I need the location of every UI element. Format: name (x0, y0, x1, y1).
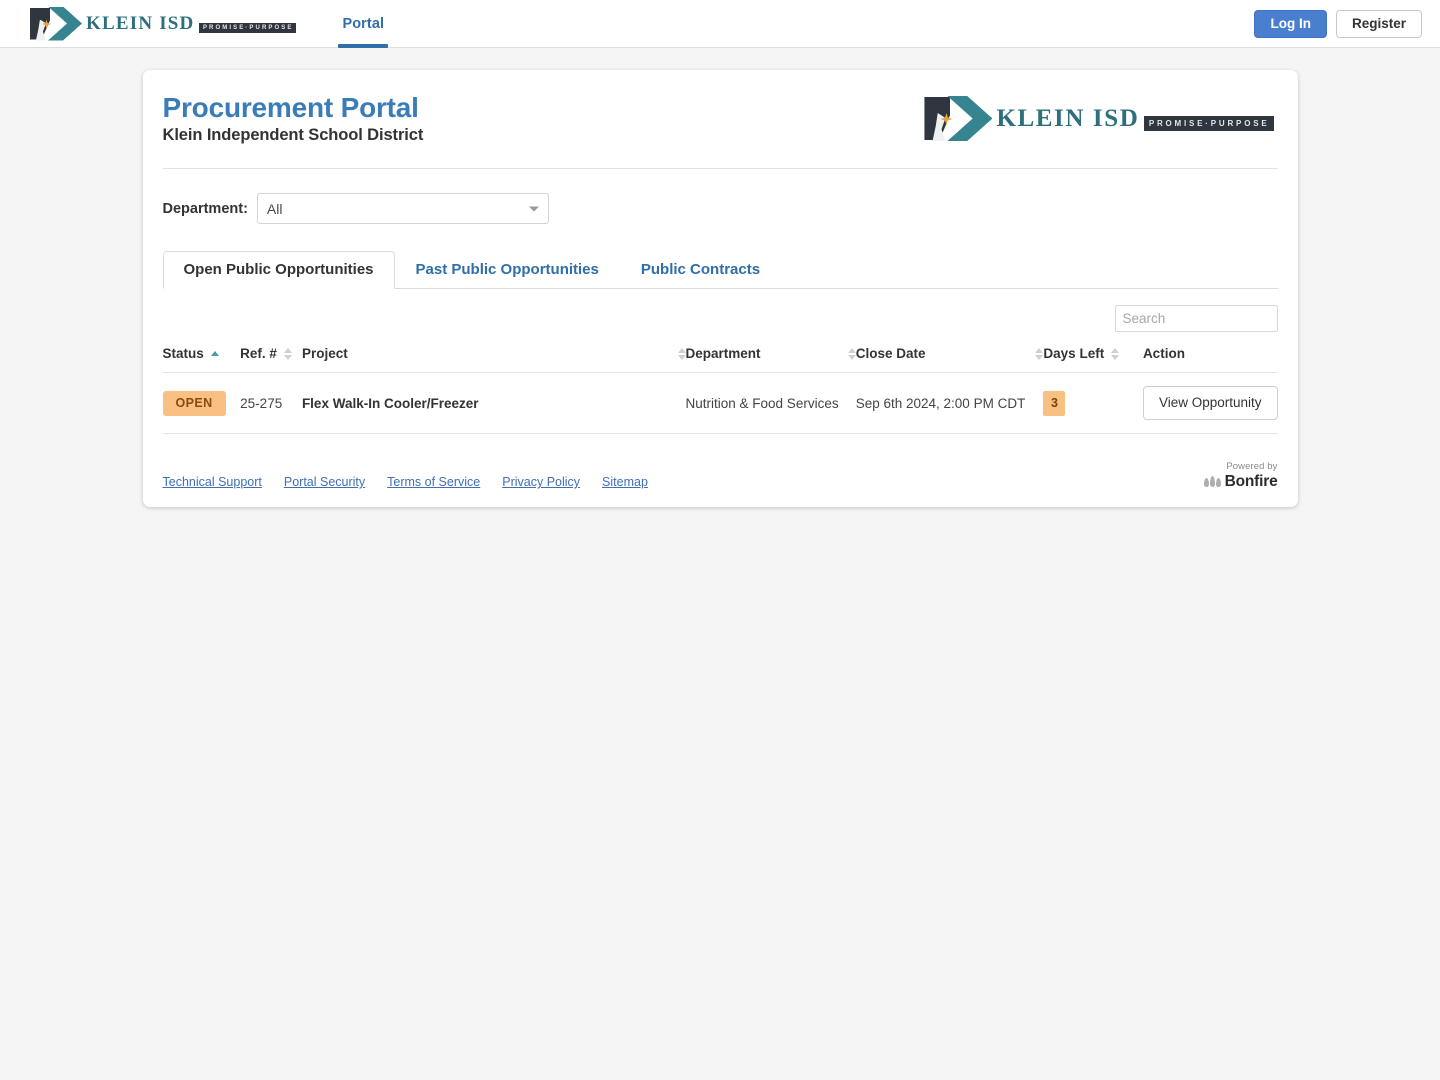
table-search-row (163, 289, 1278, 332)
opportunities-table: Status Ref. # Project Department Close D… (162, 346, 1278, 434)
logo-wordmark: KLEIN ISD (996, 105, 1140, 132)
card-header: Procurement Portal Klein Independent Sch… (162, 92, 1278, 169)
status-badge: OPEN (162, 390, 226, 416)
navbar-actions: Log In Register (1254, 0, 1422, 48)
register-button[interactable]: Register (1335, 9, 1422, 39)
powered-by-bonfire[interactable]: Powered by Bonfire (1203, 461, 1278, 490)
chevron-down-icon (528, 206, 539, 211)
tab-label: Past Public Opportunities (415, 261, 599, 278)
opportunity-tabs: Open Public Opportunities Past Public Op… (162, 251, 1278, 289)
footer-links: Technical Support Portal Security Terms … (163, 475, 648, 489)
cell-days-left: 3 (1043, 373, 1143, 434)
sort-ascending-icon (210, 351, 219, 356)
column-label: Close Date (855, 346, 926, 361)
tab-open-public-opportunities[interactable]: Open Public Opportunities (162, 251, 395, 289)
page-title: Procurement Portal (162, 92, 419, 123)
portal-card: Procurement Portal Klein Independent Sch… (142, 70, 1298, 507)
klein-isd-logo-mark (924, 96, 993, 141)
page-body: Procurement Portal Klein Independent Sch… (0, 48, 1440, 507)
log-in-button[interactable]: Log In (1254, 9, 1327, 39)
table-row[interactable]: OPEN 25-275 Flex Walk-In Cooler/Freezer … (162, 372, 1278, 434)
navbar-logo[interactable]: KLEIN ISD PROMISE·PURPOSE (30, 6, 297, 41)
logo-tagline: PROMISE·PURPOSE (1143, 116, 1274, 131)
cell-project: Flex Walk-In Cooler/Freezer (302, 373, 686, 434)
klein-isd-logo-icon: KLEIN ISD PROMISE·PURPOSE (30, 6, 297, 41)
logo-wordmark: KLEIN ISD (86, 12, 195, 34)
klein-isd-logo-mark (30, 6, 82, 41)
cell-department: Nutrition & Food Services (686, 373, 856, 434)
project-name: Flex Walk-In Cooler/Freezer (301, 395, 479, 411)
close-date: Sep 6th 2024, 2:00 PM CDT (855, 395, 1026, 411)
top-navbar: KLEIN ISD PROMISE·PURPOSE Portal Log In … (0, 0, 1440, 48)
cell-status: OPEN (162, 373, 241, 434)
navbar-tabs: Portal (338, 0, 388, 48)
tab-label: Public Contracts (640, 261, 761, 278)
cell-close-date: Sep 6th 2024, 2:00 PM CDT (856, 373, 1044, 434)
column-header-close-date[interactable]: Close Date (856, 346, 1044, 373)
column-label: Department (685, 346, 761, 361)
department-name: Nutrition & Food Services (685, 395, 839, 411)
sort-toggle-icon (1035, 347, 1044, 360)
nav-tab-portal[interactable]: Portal (338, 0, 388, 48)
department-select[interactable]: All (256, 193, 549, 224)
footer-link-terms-of-service[interactable]: Terms of Service (387, 475, 480, 489)
column-header-ref[interactable]: Ref. # (240, 346, 302, 373)
bonfire-flames-icon (1203, 475, 1221, 487)
card-header-titles: Procurement Portal Klein Independent Sch… (163, 92, 424, 145)
tab-label: Open Public Opportunities (183, 261, 374, 278)
logo-tagline: PROMISE·PURPOSE (198, 22, 297, 33)
footer-link-technical-support[interactable]: Technical Support (163, 475, 262, 489)
cell-ref: 25-275 (240, 373, 302, 434)
department-select-value: All (266, 200, 283, 217)
table-header-row: Status Ref. # Project Department Close D… (163, 346, 1278, 373)
search-input[interactable] (1114, 305, 1278, 332)
column-label: Project (301, 346, 348, 361)
sort-toggle-icon (847, 347, 856, 360)
column-header-days-left[interactable]: Days Left (1043, 346, 1143, 373)
column-header-action: Action (1143, 346, 1278, 373)
ref-number: 25-275 (240, 395, 283, 411)
column-header-status[interactable]: Status (163, 346, 241, 373)
card-header-logo: KLEIN ISD PROMISE·PURPOSE (924, 92, 1277, 146)
table-body: OPEN 25-275 Flex Walk-In Cooler/Freezer … (162, 372, 1278, 434)
column-header-project[interactable]: Project (302, 346, 686, 373)
cell-action: View Opportunity (1142, 373, 1278, 434)
tab-past-public-opportunities[interactable]: Past Public Opportunities (395, 251, 620, 289)
column-label: Status (162, 346, 204, 361)
footer-link-privacy-policy[interactable]: Privacy Policy (502, 475, 580, 489)
bonfire-wordmark: Bonfire (1224, 472, 1278, 490)
card-footer: Technical Support Portal Security Terms … (163, 434, 1278, 489)
nav-tab-portal-label: Portal (342, 15, 385, 32)
footer-link-sitemap[interactable]: Sitemap (602, 475, 648, 489)
column-label: Action (1142, 346, 1185, 361)
days-left-badge: 3 (1043, 390, 1066, 416)
sort-toggle-icon (283, 347, 292, 360)
column-label: Days Left (1043, 346, 1105, 361)
column-label: Ref. # (240, 346, 277, 361)
department-filter-row: Department: All (163, 169, 1278, 224)
powered-by-label: Powered by (1226, 461, 1278, 472)
tab-public-contracts[interactable]: Public Contracts (620, 251, 781, 289)
sort-toggle-icon (1111, 347, 1120, 360)
footer-link-portal-security[interactable]: Portal Security (284, 475, 365, 489)
page-subtitle: Klein Independent School District (162, 126, 424, 145)
sort-toggle-icon (677, 347, 686, 360)
view-opportunity-button[interactable]: View Opportunity (1142, 386, 1278, 420)
column-header-department[interactable]: Department (686, 346, 856, 373)
table-head: Status Ref. # Project Department Close D… (163, 346, 1278, 373)
klein-isd-logo-icon: KLEIN ISD PROMISE·PURPOSE (924, 96, 1274, 141)
department-filter-label: Department: (162, 200, 248, 217)
